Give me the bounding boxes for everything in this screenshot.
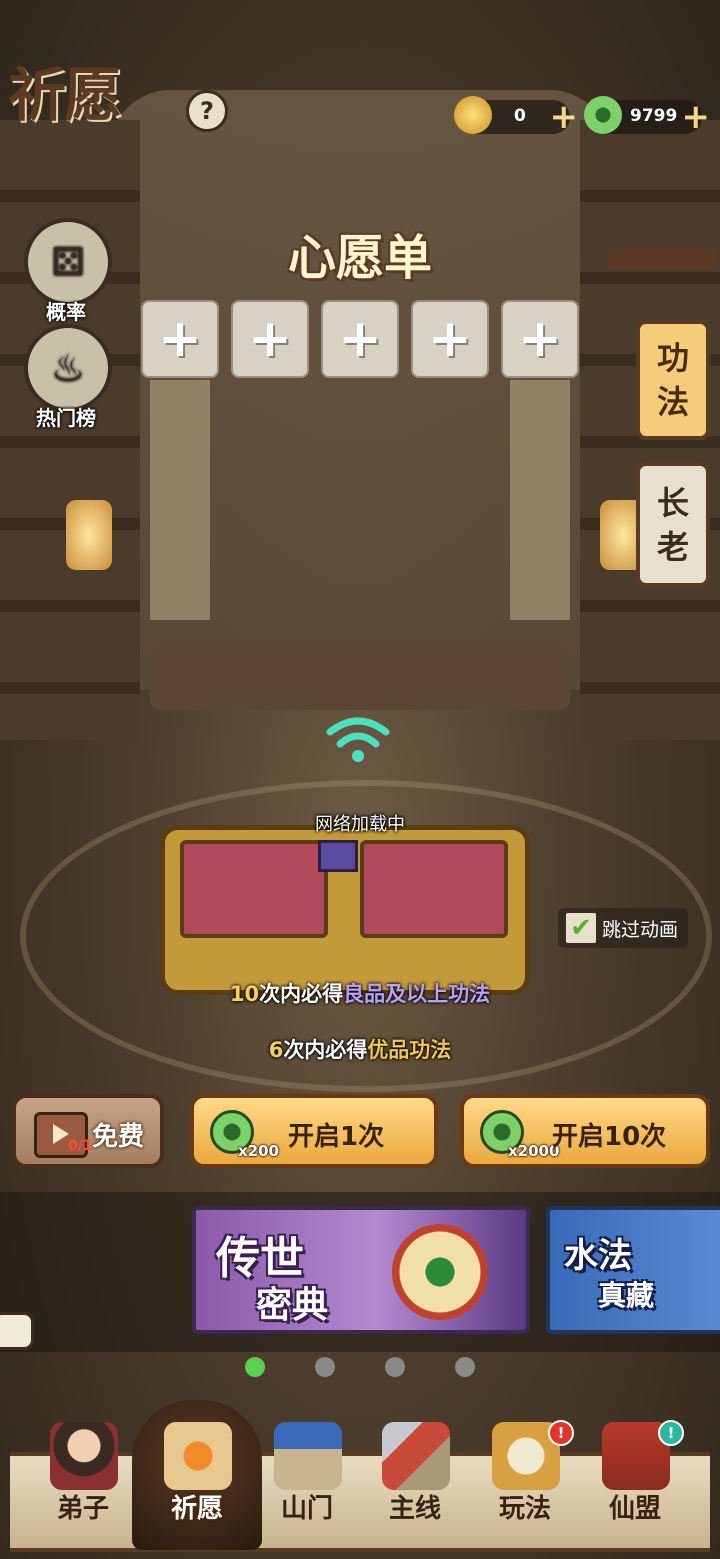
nav-gate[interactable]: 山门 — [252, 1400, 362, 1550]
free-draw-count: 0/1 — [68, 1138, 93, 1154]
checkmark-icon: ✔ — [564, 911, 598, 945]
guarantee-line-2: 6次内必得优品功法 — [0, 1034, 720, 1064]
wishlist-slot[interactable]: + — [501, 300, 579, 378]
add-key-button[interactable]: + — [550, 100, 579, 134]
guarantee-text: 次内必得 — [283, 1038, 368, 1062]
banner-line2: 密典 — [256, 1284, 329, 1326]
hot-rank-label: 热门榜 — [36, 406, 96, 430]
open-once-button[interactable]: x200 开启1次 — [190, 1094, 438, 1168]
gate-icon — [274, 1422, 342, 1490]
add-jade-button[interactable]: + — [682, 100, 711, 134]
carousel-indicator — [0, 1357, 720, 1377]
nav-label: 玩法 — [498, 1494, 551, 1524]
nav-gameplay[interactable]: ! 玩法 — [470, 1400, 580, 1550]
guarantee-line-1: 10次内必得良品及以上功法 — [0, 978, 720, 1008]
wishlist-title: 心愿单 — [287, 230, 432, 286]
help-button[interactable]: ? — [186, 90, 228, 132]
flame-scroll-icon: ♨ — [24, 324, 112, 412]
tab-elder[interactable]: 长 老 — [636, 462, 710, 587]
open-ten-button[interactable]: x2000 开启10次 — [460, 1094, 710, 1168]
nav-alliance[interactable]: ! 仙盟 — [580, 1400, 690, 1550]
tab-gongfa[interactable]: 功 法 — [636, 320, 710, 440]
chest-lid-left — [180, 840, 328, 938]
altar-table — [150, 640, 570, 710]
probability-label: 概率 — [46, 300, 86, 324]
wishlist-slot[interactable]: + — [411, 300, 489, 378]
banner-legendary-manual[interactable]: 传世 密典 — [192, 1206, 530, 1334]
resource-jade: 9799 + — [584, 96, 710, 134]
hot-rank-button[interactable]: ♨ 热门榜 — [24, 324, 112, 431]
carousel-dot[interactable] — [385, 1357, 405, 1377]
chat-bubble-icon[interactable] — [0, 1312, 34, 1350]
probability-button[interactable]: ⚄ 概率 — [24, 218, 112, 325]
guarantee-highlight: 良品及以上功法 — [343, 982, 491, 1006]
banner-line2: 真藏 — [598, 1279, 655, 1312]
skip-animation-label: 跳过动画 — [602, 918, 679, 941]
jade-coin-icon — [584, 96, 622, 134]
sword-mountain-icon — [382, 1422, 450, 1490]
page-title: 祈愿 — [8, 61, 122, 129]
wifi-icon — [326, 717, 390, 762]
banner-cloth-right — [510, 380, 570, 620]
nav-label: 弟子 — [56, 1494, 109, 1524]
free-draw-label: 免费 — [92, 1122, 145, 1152]
resource-key: 0 + — [454, 96, 578, 134]
key-count: 0 — [514, 106, 526, 126]
bottom-nav: 弟子 祈愿 山门 主线 ! 玩法 ! 仙盟 — [0, 1400, 720, 1559]
banner-line1: 水法 — [564, 1236, 632, 1276]
disciple-icon — [50, 1422, 118, 1490]
nav-label: 仙盟 — [608, 1494, 661, 1524]
tab-elder-label-2: 老 — [656, 527, 689, 566]
guarantee-text: 次内必得 — [259, 982, 344, 1006]
banner-water-treasure[interactable]: 水法 真藏 — [546, 1206, 720, 1334]
tab-elder-label-1: 长 — [656, 483, 689, 522]
banner-cloth-left — [150, 380, 210, 620]
nav-label: 山门 — [280, 1494, 333, 1524]
alert-icon: ! — [658, 1420, 684, 1446]
tab-hanger — [608, 248, 718, 270]
open-once-label: 开启1次 — [288, 1122, 385, 1152]
key-icon — [454, 96, 492, 134]
treasure-chest[interactable] — [150, 770, 530, 1000]
guarantee-count: 10 — [229, 982, 260, 1006]
jade-count: 9799 — [630, 106, 678, 126]
tab-gongfa-label-1: 功 — [656, 339, 689, 377]
carousel-dot[interactable] — [455, 1357, 475, 1377]
wishlist-slot[interactable]: + — [141, 300, 219, 378]
wishlist-slot[interactable]: + — [321, 300, 399, 378]
nav-wish[interactable]: 祈愿 — [142, 1400, 252, 1550]
dice-icon: ⚄ — [24, 218, 112, 306]
wishlist-slot[interactable]: + — [231, 300, 309, 378]
skip-animation-toggle[interactable]: ✔ 跳过动画 — [558, 908, 689, 948]
guarantee-highlight: 优品功法 — [367, 1038, 452, 1062]
nav-disciple[interactable]: 弟子 — [28, 1400, 138, 1550]
dragon-emblem-icon — [392, 1224, 488, 1320]
lantern-left-icon — [66, 500, 112, 570]
nav-main-quest[interactable]: 主线 — [360, 1400, 470, 1550]
alert-icon: ! — [548, 1420, 574, 1446]
open-ten-label: 开启10次 — [552, 1122, 667, 1152]
nav-label: 主线 — [388, 1494, 441, 1524]
nav-label: 祈愿 — [170, 1494, 223, 1524]
loading-text: 网络加载中 — [315, 814, 405, 835]
wish-scroll-icon — [164, 1422, 232, 1490]
carousel-dot[interactable] — [245, 1357, 265, 1377]
tab-gongfa-label-2: 法 — [656, 383, 689, 421]
gem-icon — [318, 840, 358, 872]
chest-lid-right — [360, 840, 508, 938]
open-once-cost: x200 — [238, 1142, 279, 1160]
guarantee-count: 6 — [268, 1038, 284, 1062]
carousel-dot[interactable] — [315, 1357, 335, 1377]
free-draw-button[interactable]: 0/1 免费 — [12, 1094, 164, 1168]
